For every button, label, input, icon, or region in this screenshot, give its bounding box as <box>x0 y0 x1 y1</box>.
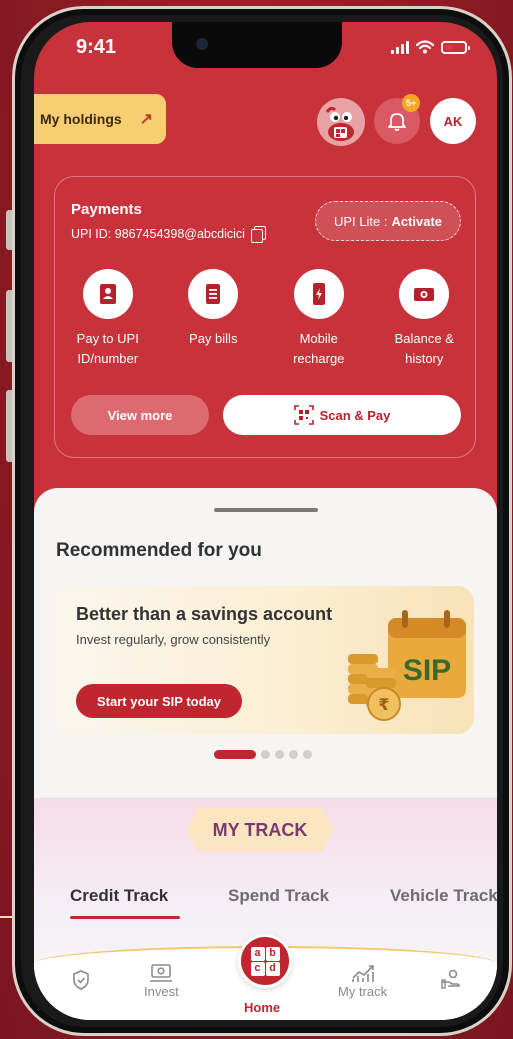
banner-subtitle: Invest regularly, grow consistently <box>76 632 271 647</box>
upi-lite-action: Activate <box>391 213 443 229</box>
nav-item-invest[interactable]: Invest <box>144 962 179 999</box>
nav-label: My track <box>338 984 388 999</box>
my-holdings-button[interactable]: My holdings ↗ <box>34 94 166 144</box>
tab-vehicle-track[interactable]: Vehicle Track <box>390 886 497 906</box>
carousel-dots[interactable] <box>214 750 312 759</box>
action-label: Mobile recharge <box>293 331 345 366</box>
status-icons <box>391 40 470 54</box>
copy-icon[interactable] <box>250 226 266 243</box>
scan-and-pay-label: Scan & Pay <box>319 407 391 423</box>
bell-icon <box>388 113 406 131</box>
upi-id-row: UPI ID: 9867454398@abcdicici <box>71 226 266 243</box>
carousel-dot[interactable] <box>261 750 270 759</box>
phone-screen: 9:41 My holdings ↗ 5+ AK Payments UPI ID… <box>34 22 497 1020</box>
mascot-icon[interactable] <box>317 98 365 146</box>
action-pay-bills[interactable]: Pay bills <box>161 269 267 369</box>
carousel-dot-active[interactable] <box>214 750 256 759</box>
tab-spend-track[interactable]: Spend Track <box>228 886 329 906</box>
qr-code-icon <box>293 405 314 425</box>
banner-headline: Better than a savings account <box>76 604 333 624</box>
avatar[interactable]: AK <box>430 98 476 144</box>
carousel-dot[interactable] <box>303 750 312 759</box>
tab-credit-track[interactable]: Credit Track <box>70 886 168 906</box>
my-holdings-label: My holdings <box>40 111 122 127</box>
active-tab-indicator <box>70 916 180 919</box>
action-balance-history[interactable]: Balance & history <box>372 269 478 369</box>
chart-icon <box>351 965 374 982</box>
signal-icon <box>391 40 409 54</box>
invest-icon <box>150 964 173 982</box>
home-abcd-icon: a b c d <box>250 946 280 976</box>
payments-title: Payments <box>71 201 142 218</box>
carousel-dot[interactable] <box>275 750 284 759</box>
upi-lite-activate-button[interactable]: UPI Lite : Activate <box>315 201 461 241</box>
shield-icon <box>73 970 89 990</box>
nav-label: Invest <box>144 984 179 999</box>
start-sip-button[interactable]: Start your SIP today <box>76 684 242 718</box>
action-label: Pay bills <box>189 331 238 346</box>
nav-item-my-track[interactable]: My track <box>338 962 387 999</box>
recommended-title: Recommended for you <box>56 540 262 561</box>
contact-book-icon <box>82 269 133 319</box>
nav-item-loans[interactable] <box>440 968 462 990</box>
notification-badge: 5+ <box>402 94 420 112</box>
action-mobile-recharge[interactable]: Mobile recharge <box>266 269 372 369</box>
sip-art-text: SIP <box>403 654 451 687</box>
bill-icon <box>188 269 239 319</box>
sip-calendar-coins-icon: SIP ₹ <box>348 610 466 721</box>
nav-item-secure[interactable] <box>72 970 90 990</box>
sheet-drag-handle[interactable] <box>214 508 318 512</box>
arrow-up-right-icon: ↗ <box>139 111 154 128</box>
home-label: Home <box>244 1000 281 1015</box>
action-pay-to-upi[interactable]: Pay to UPI ID/number <box>55 269 161 369</box>
nav-item-home[interactable]: a b c d <box>238 934 292 988</box>
svg-text:₹: ₹ <box>378 695 389 714</box>
notch <box>172 22 342 68</box>
upi-lite-prefix: UPI Lite : <box>333 213 388 229</box>
hand-money-icon <box>441 969 460 989</box>
scan-and-pay-button[interactable]: Scan & Pay <box>223 395 461 435</box>
status-time: 9:41 <box>76 36 117 58</box>
carousel-dot[interactable] <box>289 750 298 759</box>
my-track-title: MY TRACK <box>186 808 334 852</box>
view-more-button[interactable]: View more <box>71 395 209 435</box>
action-label: Balance & history <box>394 331 454 366</box>
payments-card: Payments UPI ID: 9867454398@abcdicici UP… <box>54 176 476 458</box>
sip-banner[interactable]: Better than a savings account Invest reg… <box>56 586 474 734</box>
wifi-icon <box>416 40 434 54</box>
camera-icon <box>196 38 208 50</box>
mobile-recharge-icon <box>293 269 344 319</box>
balance-icon <box>399 269 450 319</box>
battery-icon <box>441 40 470 54</box>
upi-id-text: UPI ID: 9867454398@abcdicici <box>71 226 245 241</box>
payment-actions: Pay to UPI ID/number Pay bills Mobile re… <box>55 269 477 369</box>
action-label: Pay to UPI ID/number <box>76 331 139 366</box>
track-tabs: Credit Track Spend Track Vehicle Track <box>70 886 497 926</box>
